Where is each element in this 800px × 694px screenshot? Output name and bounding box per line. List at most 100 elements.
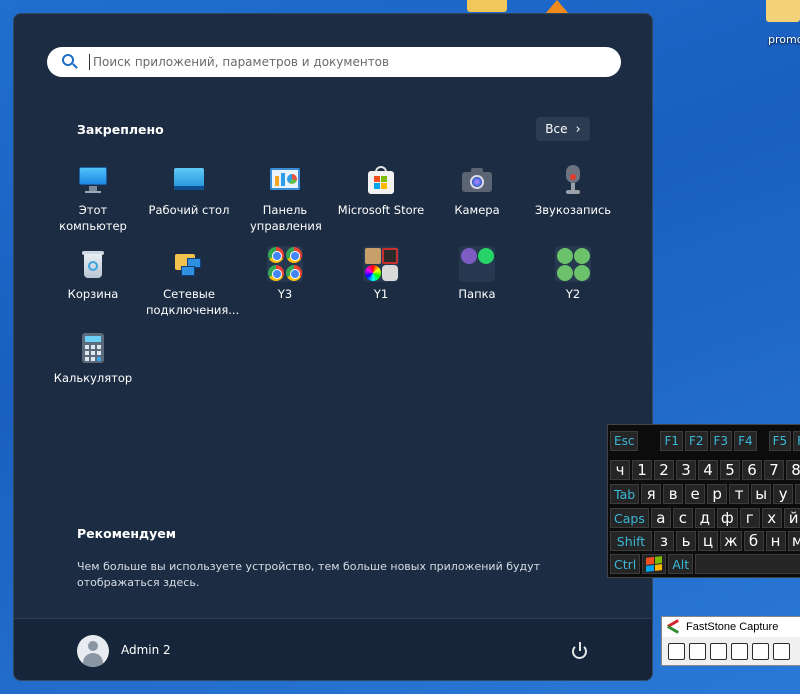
key[interactable]: у — [773, 484, 794, 504]
key[interactable]: ф — [716, 508, 738, 528]
pinned-app-calculator[interactable]: Калькулятор — [45, 332, 141, 386]
key[interactable]: ч — [610, 460, 630, 480]
key-windows[interactable] — [642, 554, 667, 574]
app-label: Y2 — [565, 287, 581, 301]
pinned-app-store[interactable]: Microsoft Store — [333, 164, 429, 218]
key-tab[interactable]: Tab — [610, 484, 640, 504]
search-box[interactable] — [47, 47, 621, 77]
app-label: Y3 — [277, 287, 293, 301]
app-label: Y1 — [373, 287, 389, 301]
recommended-text: Чем больше вы используете устройство, те… — [77, 560, 541, 589]
key-f4[interactable]: F4 — [734, 431, 757, 451]
pinned-folder-y2[interactable]: Y2 — [525, 246, 621, 302]
desktop-folder-icon[interactable] — [766, 0, 800, 22]
key[interactable]: м — [787, 531, 800, 551]
faststone-title-bar[interactable]: FastStone Capture — [662, 617, 800, 637]
key[interactable]: б — [743, 531, 764, 551]
camera-icon — [461, 164, 493, 196]
pinned-app-network-connections[interactable]: Сетевые подключения... — [141, 248, 239, 318]
key[interactable]: ы — [751, 484, 772, 504]
key-ctrl[interactable]: Ctrl — [610, 554, 641, 574]
pinned-app-control-panel[interactable]: Панель управления — [237, 164, 333, 234]
key[interactable]: х — [761, 508, 782, 528]
capture-fullscreen-icon[interactable] — [773, 643, 790, 660]
on-screen-keyboard: Esc F1 F2 F3 F4 F5 F6 F ч 1 2 3 4 5 6 7 … — [607, 424, 800, 578]
key[interactable]: н — [765, 531, 786, 551]
pinned-title: Закреплено — [77, 122, 164, 137]
pinned-folder-y3[interactable]: Y3 — [237, 246, 333, 302]
key[interactable]: с — [672, 508, 693, 528]
key[interactable]: я — [641, 484, 662, 504]
key[interactable]: 5 — [720, 460, 740, 480]
chrome-folder-icon — [267, 246, 303, 282]
capture-window-icon[interactable] — [689, 643, 706, 660]
capture-region-icon[interactable] — [731, 643, 748, 660]
desktop-folder-icon[interactable] — [467, 0, 507, 12]
key[interactable]: 8 — [786, 460, 800, 480]
open-icon[interactable] — [668, 643, 685, 660]
pinned-app-this-pc[interactable]: Этот компьютер — [45, 164, 141, 234]
search-icon — [61, 53, 79, 71]
pinned-app-desktop[interactable]: Рабочий стол — [141, 164, 237, 218]
recycle-bin-icon — [77, 248, 109, 280]
pinned-app-sound-recorder[interactable]: Звукозапись — [525, 164, 621, 218]
desktop-icon-label: promo — [768, 33, 800, 46]
vlc-icon[interactable] — [545, 0, 569, 14]
key-f2[interactable]: F2 — [684, 431, 708, 451]
windows-logo-icon — [646, 556, 663, 572]
control-panel-icon — [269, 164, 301, 196]
this-pc-icon — [77, 164, 109, 196]
app-label: Рабочий стол — [148, 203, 230, 217]
key[interactable]: ь — [676, 531, 696, 551]
key[interactable]: и — [795, 484, 800, 504]
capture-object-icon[interactable] — [710, 643, 727, 660]
key[interactable]: 1 — [632, 460, 652, 480]
key[interactable]: р — [707, 484, 728, 504]
pinned-app-recycle-bin[interactable]: Корзина — [45, 248, 141, 302]
key[interactable]: 4 — [698, 460, 718, 480]
search-input[interactable] — [89, 54, 589, 70]
key[interactable]: й — [783, 508, 800, 528]
pinned-app-camera[interactable]: Камера — [429, 164, 525, 218]
key[interactable]: ж — [720, 531, 742, 551]
avatar[interactable] — [77, 635, 109, 667]
key[interactable]: е — [685, 484, 706, 504]
key-f1[interactable]: F1 — [660, 431, 683, 451]
pinned-folder-papka[interactable]: Папка — [429, 246, 525, 302]
key[interactable]: з — [654, 531, 674, 551]
key[interactable]: 7 — [764, 460, 784, 480]
key[interactable]: а — [650, 508, 671, 528]
leaf-folder-icon — [555, 246, 591, 282]
app-label: Microsoft Store — [337, 203, 425, 217]
key-f5[interactable]: F5 — [768, 431, 792, 451]
faststone-title: FastStone Capture — [686, 621, 779, 633]
app-label: Папка — [458, 287, 496, 301]
key[interactable]: д — [694, 508, 715, 528]
key[interactable]: т — [729, 484, 750, 504]
key-esc[interactable]: Esc — [610, 431, 639, 451]
key[interactable]: 6 — [742, 460, 762, 480]
key[interactable]: 3 — [676, 460, 696, 480]
user-name[interactable]: Admin 2 — [121, 643, 171, 657]
app-label: Камера — [454, 203, 500, 217]
key[interactable]: г — [739, 508, 760, 528]
faststone-logo-icon — [666, 619, 680, 634]
key-space[interactable] — [695, 554, 800, 574]
all-apps-button[interactable]: Все › — [536, 117, 590, 141]
key-alt[interactable]: Alt — [668, 554, 694, 574]
key-f6[interactable]: F6 — [793, 431, 800, 451]
capture-freehand-icon[interactable] — [752, 643, 769, 660]
all-apps-label: Все — [545, 122, 568, 136]
chevron-right-icon: › — [575, 121, 581, 137]
app-label: Этот компьютер — [59, 203, 127, 233]
power-icon[interactable] — [570, 641, 590, 661]
pinned-folder-y1[interactable]: Y1 — [333, 246, 429, 302]
key[interactable]: ц — [698, 531, 718, 551]
key[interactable]: 2 — [654, 460, 674, 480]
key[interactable]: в — [663, 484, 684, 504]
microphone-icon — [557, 164, 589, 196]
key-shift[interactable]: Shift — [610, 531, 652, 551]
key-caps[interactable]: Caps — [610, 508, 649, 528]
key-f3[interactable]: F3 — [709, 431, 733, 451]
recommended-title: Рекомендуем — [77, 526, 176, 541]
